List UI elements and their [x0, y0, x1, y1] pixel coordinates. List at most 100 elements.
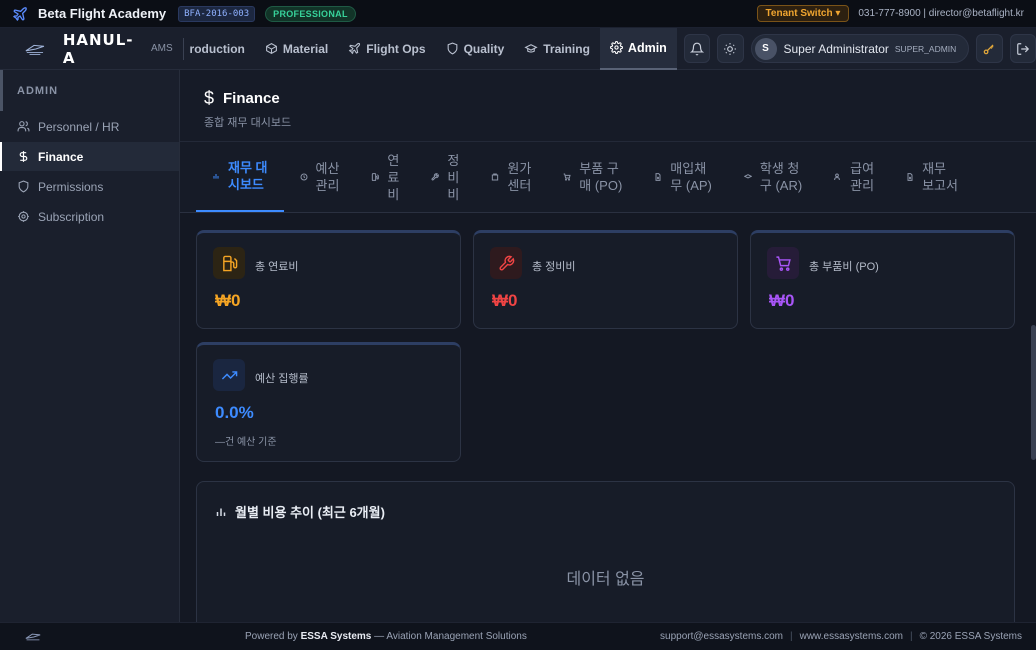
gear-icon	[18, 211, 29, 222]
building-icon	[492, 173, 499, 181]
website-link[interactable]: www.essasystems.com	[800, 631, 903, 642]
cart-icon	[767, 247, 799, 279]
tab-label-line1: 부품 구	[579, 161, 619, 176]
tab-label-line1: 예산	[315, 161, 340, 176]
kpi-value: ₩0	[492, 291, 518, 310]
sidebar-item-label: Permissions	[38, 179, 104, 194]
tab-fuel[interactable]: 연료비	[355, 142, 415, 212]
tab-label-line2: 센터	[507, 178, 532, 193]
footer-links: support@essasystems.com | www.essasystem…	[660, 631, 1022, 642]
footer: Powered by ESSA Systems — Aviation Manag…	[0, 622, 1036, 650]
wrench-icon	[431, 173, 440, 181]
tenant-switch-button[interactable]: Tenant Switch ▾	[756, 5, 850, 22]
tab-dashboard[interactable]: 재무 대 시보드	[196, 142, 284, 212]
brand-subtitle: AMS	[150, 43, 173, 54]
theme-toggle-button[interactable]	[717, 34, 744, 63]
panel-title-text: 월별 비용 추이 (최근 6개월)	[235, 505, 385, 520]
sidebar-heading: ADMIN	[0, 70, 179, 111]
tab-label-line1: 급여	[850, 161, 875, 176]
box-icon	[265, 43, 277, 54]
sidebar-item-personnel[interactable]: Personnel / HR	[0, 112, 179, 141]
user-name: Super Administrator	[783, 41, 889, 56]
notifications-button[interactable]	[683, 34, 711, 63]
nav-material-label: Material	[282, 41, 329, 56]
tab-label-line1: 정	[447, 152, 460, 168]
tab-maintenance[interactable]: 정비비	[415, 142, 475, 212]
powered-by: Powered by ESSA Systems — Aviation Manag…	[245, 631, 527, 642]
support-email-link[interactable]: support@essasystems.com	[660, 631, 783, 642]
main-nav: HANUL-A AMS roduction Material Flight Op…	[0, 27, 1036, 70]
kpi-label: 총 연료비	[255, 261, 299, 273]
tab-label-line2: 관리	[850, 178, 875, 193]
sidebar-item-label: Personnel / HR	[38, 119, 120, 134]
footer-separator: |	[790, 631, 793, 642]
nav-flight-ops[interactable]: Flight Ops	[338, 28, 435, 70]
kpi-value: 0.0%	[215, 403, 254, 422]
panel-title: 월별 비용 추이 (최근 6개월)	[215, 502, 385, 521]
dollar-icon: $	[204, 88, 215, 108]
key-button[interactable]	[976, 34, 1003, 63]
nav-material[interactable]: Material	[255, 28, 338, 70]
clock-icon	[300, 173, 307, 181]
plan-badge: PROFESSIONAL	[265, 5, 356, 22]
nav-production[interactable]: roduction	[190, 28, 255, 70]
nav-training[interactable]: Training	[514, 28, 600, 70]
bar-chart-icon	[213, 174, 219, 179]
fuel-icon	[372, 173, 380, 181]
tab-accounts-receivable[interactable]: 학생 청구 (AR)	[728, 142, 818, 212]
document-icon	[907, 173, 913, 181]
brand-name: HANUL-A	[62, 30, 134, 67]
tab-cost-center[interactable]: 원가 센터	[475, 142, 547, 212]
kpi-card-maintenance: 총 정비비 ₩0	[473, 230, 738, 329]
tab-financial-reports[interactable]: 재무보고서	[890, 142, 974, 212]
nav-admin-label: Admin	[627, 40, 667, 55]
user-menu[interactable]: S Super Administrator SUPER_ADMIN	[750, 34, 970, 63]
tab-payroll[interactable]: 급여관리	[818, 142, 890, 212]
page-subtitle: 종합 재무 대시보드	[204, 117, 292, 129]
footer-separator: |	[909, 631, 913, 642]
tab-label-line1: 재무 대	[228, 160, 268, 175]
page-title: $ Finance	[204, 88, 1036, 109]
sidebar-item-permissions[interactable]: Permissions	[0, 172, 179, 201]
nav-flight-ops-label: Flight Ops	[366, 41, 426, 56]
nav-admin[interactable]: Admin	[599, 27, 677, 70]
sun-icon	[724, 42, 737, 55]
sidebar-item-subscription[interactable]: Subscription	[0, 202, 179, 231]
kpi-note: —건 예산 기준	[215, 437, 277, 448]
org-code-badge: BFA-2016-003	[178, 5, 256, 22]
tab-budget[interactable]: 예산관리	[284, 142, 356, 212]
tab-label-line2: 료	[387, 169, 400, 185]
page-header: $ Finance 종합 재무 대시보드	[180, 70, 1036, 142]
tab-label-line2: 보고서	[922, 178, 958, 193]
tab-accounts-payable[interactable]: 매입채 무 (AP)	[638, 142, 728, 212]
top-bar: Beta Flight Academy BFA-2016-003 PROFESS…	[0, 0, 1036, 28]
tab-label-line1: 연	[387, 152, 400, 168]
sidebar-item-finance[interactable]: Finance	[0, 142, 179, 171]
logout-button[interactable]	[1009, 34, 1036, 63]
shield-icon	[18, 180, 29, 193]
copyright: © 2026 ESSA Systems	[919, 631, 1022, 642]
page-title-text: Finance	[223, 90, 280, 107]
kpi-label: 총 부품비 (PO)	[809, 261, 879, 273]
empty-state-text: 데이터 없음	[566, 571, 645, 588]
tab-label-line1: 재무	[922, 161, 947, 176]
tab-label-line2: 무 (AP)	[670, 178, 712, 193]
powered-brand[interactable]: ESSA Systems	[301, 631, 372, 642]
main-content: $ Finance 종합 재무 대시보드 재무 대 시보드 예산관리 연료비 정비…	[180, 70, 1036, 622]
tab-label-line2: 관리	[315, 178, 340, 193]
wrench-icon	[490, 247, 522, 279]
tab-purchase-orders[interactable]: 부품 구매 (PO)	[547, 142, 638, 212]
plane-icon	[12, 6, 27, 21]
contact-info: 031-777-8900 | director@betaflight.kr	[858, 8, 1024, 19]
graduation-cap-icon	[524, 44, 538, 53]
org-name: Beta Flight Academy	[38, 6, 167, 21]
finance-tabs: 재무 대 시보드 예산관리 연료비 정비비 원가 센터 부품 구매 (PO) 매입채…	[180, 142, 1036, 213]
key-icon	[984, 43, 995, 54]
trending-up-icon	[213, 359, 245, 391]
vertical-scrollbar[interactable]	[1031, 325, 1036, 460]
kpi-card-budget-execution: 예산 집행률 0.0% —건 예산 기준	[196, 342, 461, 462]
nav-quality-label: Quality	[463, 41, 505, 56]
sidebar-item-label: Subscription	[38, 209, 105, 224]
kpi-value: ₩0	[215, 291, 241, 310]
nav-quality[interactable]: Quality	[436, 28, 515, 70]
